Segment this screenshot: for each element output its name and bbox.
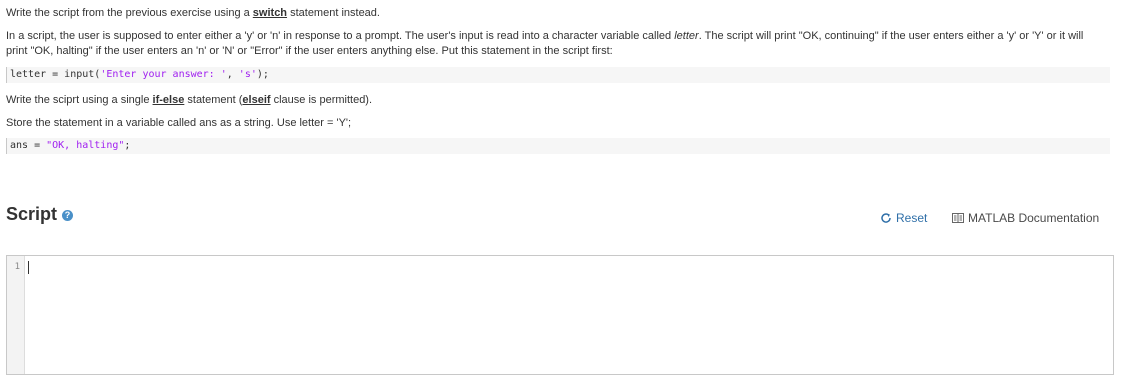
matlab-documentation-button[interactable]: MATLAB Documentation bbox=[952, 210, 1099, 226]
book-icon bbox=[952, 213, 964, 223]
code-snippet-input: letter = input('Enter your answer: ', 's… bbox=[6, 67, 1110, 83]
instruction-paragraph-4: Store the statement in a variable called… bbox=[6, 116, 351, 131]
code-text: ); bbox=[256, 69, 269, 80]
refresh-icon bbox=[881, 213, 891, 223]
keyword-switch: switch bbox=[252, 7, 288, 19]
instruction-paragraph-1: Write the script from the previous exerc… bbox=[6, 6, 380, 21]
code-string: "OK, halting" bbox=[46, 140, 125, 151]
script-title: Script bbox=[6, 203, 58, 224]
line-number: 1 bbox=[14, 262, 20, 272]
reset-label: Reset bbox=[896, 211, 928, 225]
instruction-text: In a script, the user is supposed to ent… bbox=[6, 30, 675, 42]
keyword-if-else: if-else bbox=[152, 94, 185, 106]
code-text: ; bbox=[124, 140, 131, 151]
instruction-text: Store the statement in a variable called… bbox=[6, 117, 352, 129]
reset-button[interactable]: Reset bbox=[880, 210, 927, 226]
code-text: letter = input( bbox=[10, 69, 101, 80]
code-text: ans = bbox=[10, 140, 47, 151]
keyword-elseif: elseif bbox=[242, 94, 271, 106]
editor-text-area[interactable] bbox=[25, 256, 1113, 374]
script-header: Script ? bbox=[6, 202, 74, 226]
instruction-paragraph-2: In a script, the user is supposed to ent… bbox=[6, 29, 1091, 59]
instruction-text: clause is permitted). bbox=[270, 94, 373, 106]
instruction-paragraph-3: Write the sciprt using a single if-else … bbox=[6, 93, 372, 108]
editor-gutter: 1 bbox=[7, 256, 25, 374]
instruction-text: Write the sciprt using a single bbox=[6, 94, 153, 106]
instruction-text: statement ( bbox=[184, 94, 243, 106]
code-string: 'Enter your answer: ' bbox=[100, 69, 227, 80]
code-snippet-ans: ans = "OK, halting"; bbox=[6, 138, 1110, 154]
code-editor[interactable]: 1 bbox=[6, 255, 1114, 375]
documentation-label: MATLAB Documentation bbox=[968, 211, 1100, 225]
code-text: , bbox=[226, 69, 239, 80]
question-circle-icon[interactable]: ? bbox=[62, 209, 74, 221]
code-string: 's' bbox=[238, 69, 257, 80]
text-cursor bbox=[28, 261, 29, 274]
variable-name: letter bbox=[674, 30, 699, 42]
instruction-text: Write the script from the previous exerc… bbox=[6, 7, 253, 19]
instruction-text: statement instead. bbox=[287, 7, 380, 19]
